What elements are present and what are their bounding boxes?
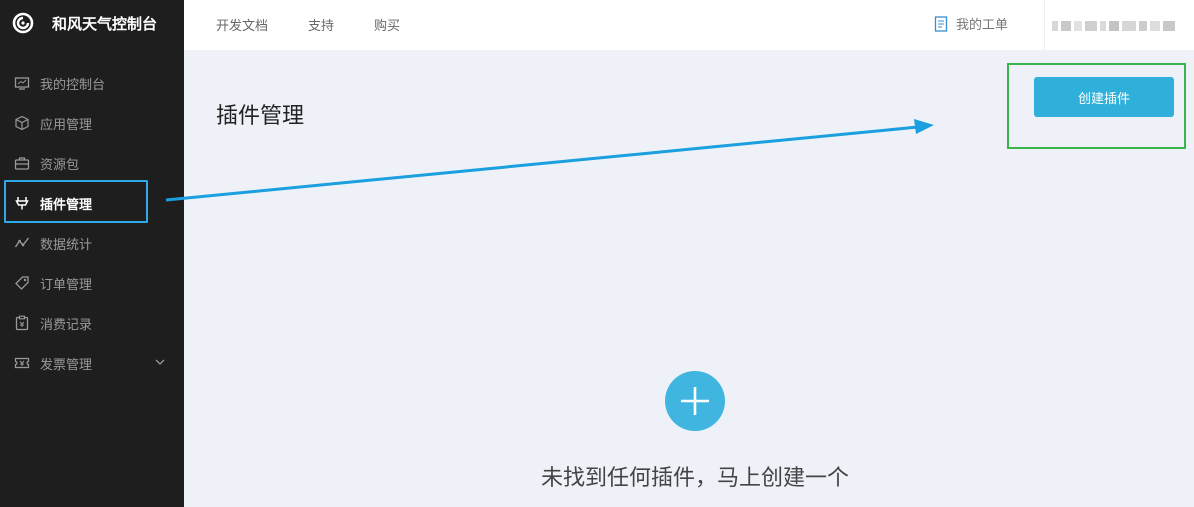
trend-icon xyxy=(14,237,30,248)
brand[interactable]: 和风天气控制台 xyxy=(0,0,184,46)
top-bar-divider xyxy=(1044,0,1045,50)
top-nav-docs[interactable]: 开发文档 xyxy=(216,15,268,34)
document-icon xyxy=(934,15,948,32)
sidebar-item-spending[interactable]: 消费记录 xyxy=(0,303,184,343)
clipboard-icon xyxy=(15,315,29,331)
sidebar-item-orders[interactable]: 订单管理 xyxy=(0,263,184,303)
cube-icon xyxy=(15,115,29,131)
page-title: 插件管理 xyxy=(216,104,305,129)
top-bar: 开发文档 支持 购买 我的工单 xyxy=(184,0,1194,50)
sidebar: 和风天气控制台 我的控制台 应用管理 资源包 插件管理 数据统计 订单管理 消费… xyxy=(0,0,184,507)
top-nav: 开发文档 支持 购买 xyxy=(216,15,440,34)
create-plugin-button[interactable]: 创建插件 xyxy=(1034,77,1174,117)
plus-icon xyxy=(681,387,709,415)
chevron-down-icon[interactable] xyxy=(154,356,166,368)
sidebar-item-label: 应用管理 xyxy=(40,118,93,133)
my-tickets-label: 我的工单 xyxy=(956,18,1009,33)
sidebar-item-resource-packs[interactable]: 资源包 xyxy=(0,143,184,183)
ticket-icon xyxy=(14,357,30,369)
sidebar-item-statistics[interactable]: 数据统计 xyxy=(0,223,184,263)
sidebar-item-label: 数据统计 xyxy=(40,238,93,253)
empty-state-message: 未找到任何插件，马上创建一个 xyxy=(540,466,849,491)
sidebar-item-label: 消费记录 xyxy=(40,318,93,333)
plugin-icon xyxy=(15,197,29,210)
sidebar-item-label: 资源包 xyxy=(40,158,80,173)
sidebar-item-apps[interactable]: 应用管理 xyxy=(0,103,184,143)
sidebar-item-label: 插件管理 xyxy=(40,198,93,213)
top-nav-support[interactable]: 支持 xyxy=(308,15,334,34)
sidebar-item-label: 发票管理 xyxy=(40,358,93,373)
monitor-icon xyxy=(14,77,30,90)
sidebar-item-plugins[interactable]: 插件管理 xyxy=(0,183,184,223)
my-tickets-link[interactable]: 我的工单 xyxy=(934,14,1008,33)
sidebar-nav: 我的控制台 应用管理 资源包 插件管理 数据统计 订单管理 消费记录 发票管理 xyxy=(0,63,184,383)
sidebar-item-label: 我的控制台 xyxy=(40,78,106,93)
sidebar-item-console[interactable]: 我的控制台 xyxy=(0,63,184,103)
user-account-blurred[interactable] xyxy=(1052,15,1188,31)
top-nav-buy[interactable]: 购买 xyxy=(374,15,400,34)
brand-title: 和风天气控制台 xyxy=(52,15,158,33)
empty-state-add-button[interactable] xyxy=(665,371,725,431)
briefcase-icon xyxy=(14,157,30,170)
sidebar-item-label: 订单管理 xyxy=(40,278,93,293)
sidebar-item-invoices[interactable]: 发票管理 xyxy=(0,343,184,383)
brand-logo-icon xyxy=(12,12,34,34)
tag-icon xyxy=(15,276,29,290)
